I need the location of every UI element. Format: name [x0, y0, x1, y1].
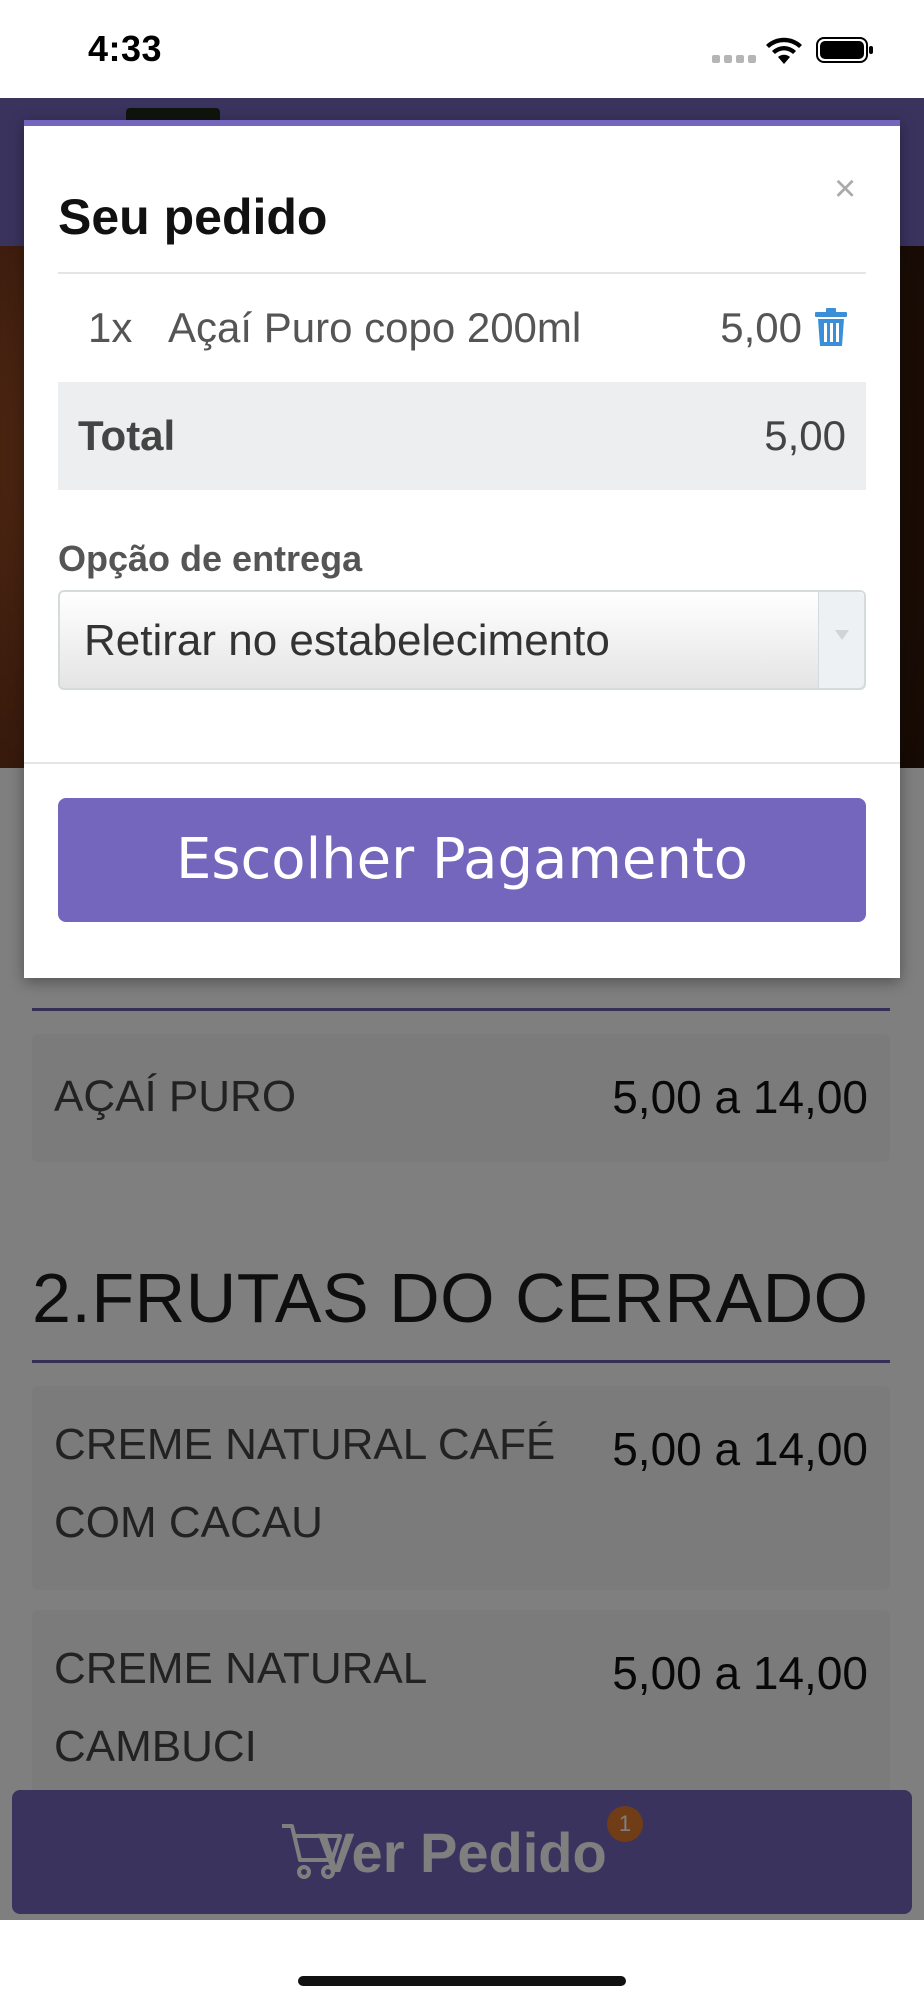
total-row: Total 5,00: [58, 382, 866, 490]
signal-icon: [712, 55, 756, 63]
status-bar: 4:33: [0, 0, 924, 98]
order-item-qty: 1x: [88, 304, 133, 351]
divider: [24, 762, 900, 764]
choose-payment-button[interactable]: Escolher Pagamento: [58, 798, 866, 922]
delivery-option-value: Retirar no estabelecimento: [84, 616, 610, 665]
delivery-option-select[interactable]: Retirar no estabelecimento: [58, 590, 866, 690]
divider: [58, 272, 866, 274]
close-icon[interactable]: ×: [834, 168, 856, 211]
modal-title: Seu pedido: [58, 189, 328, 245]
order-item-name: Açaí Puro copo 200ml: [168, 304, 582, 351]
order-item-row: 1x Açaí Puro copo 200ml 5,00: [58, 276, 866, 382]
order-modal: Seu pedido × 1x Açaí Puro copo 200ml 5,0…: [24, 120, 900, 978]
total-value: 5,00: [764, 412, 846, 459]
delivery-option-label: Opção de entrega: [58, 538, 363, 579]
home-indicator: [298, 1976, 626, 1986]
chevron-down-icon: [835, 630, 849, 640]
wifi-icon: [766, 37, 802, 64]
total-label: Total: [78, 412, 176, 459]
order-item-price: 5,00: [720, 304, 802, 351]
trash-icon[interactable]: [814, 308, 848, 348]
battery-icon: [816, 37, 873, 63]
select-arrow-box: [818, 592, 864, 688]
status-time: 4:33: [88, 28, 163, 69]
